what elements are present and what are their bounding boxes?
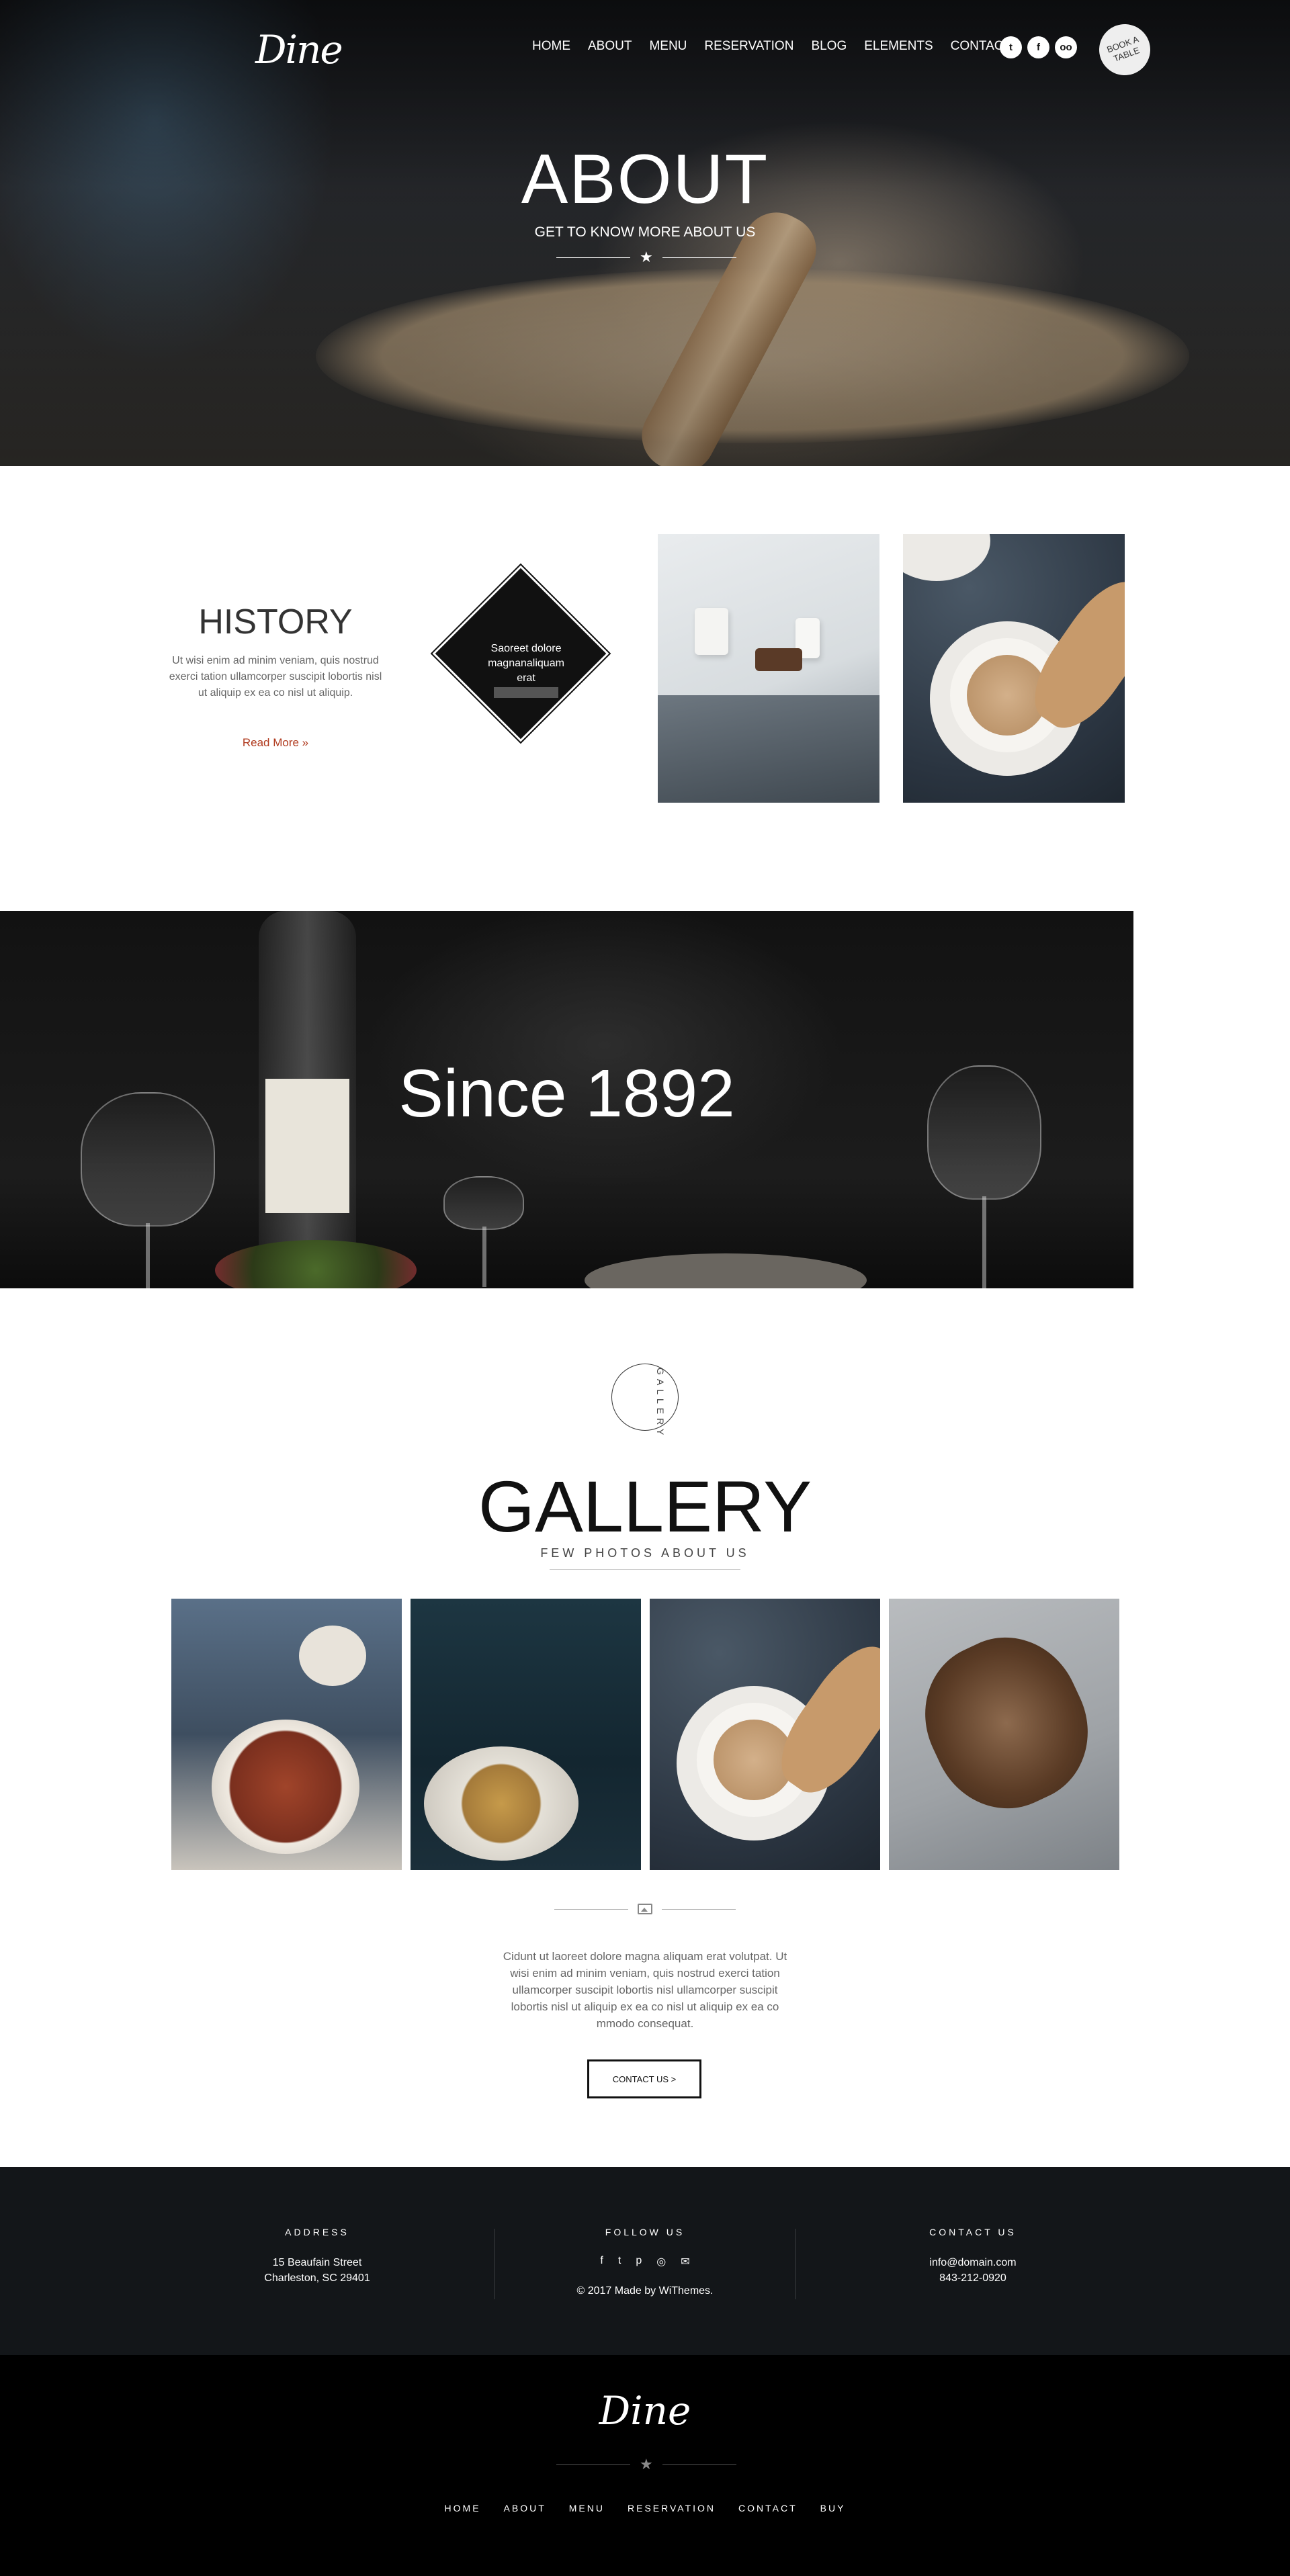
gallery-title: GALLERY [478,1466,812,1547]
contact-us-button[interactable]: CONTACT US > [587,2059,701,2098]
instagram-icon[interactable]: ◎ [656,2255,666,2268]
facebook-icon[interactable]: f [600,2255,603,2268]
history-text: Ut wisi enim ad minim veniam, quis nostr… [169,655,382,699]
footer-follow: FOLLOW US f t p ◎ ✉ © 2017 Made by WiThe… [576,2227,714,2297]
gallery-photo-pasta[interactable] [171,1599,402,1870]
nav-home[interactable]: HOME [532,39,570,54]
history-title: HISTORY [198,603,353,641]
gallery-subtitle: FEW PHOTOS ABOUT US [540,1546,750,1560]
gallery-text: Cidunt ut laoreet dolore magna aliquam e… [503,1950,787,2030]
nav-menu[interactable]: MENU [649,39,687,54]
image-icon [638,1904,652,1914]
footer-nav-menu[interactable]: MENU [569,2503,605,2514]
site-logo[interactable]: Dine [255,27,343,74]
nav-reservation[interactable]: RESERVATION [704,39,793,54]
gallery-badge [611,1364,679,1431]
gallery-photo-dish[interactable] [411,1599,641,1870]
nav-blog[interactable]: BLOG [811,39,847,54]
facebook-icon[interactable]: f [1027,36,1049,58]
hero-divider: ★ [556,249,736,266]
footer-nav-about[interactable]: ABOUT [504,2503,546,2514]
footer-logo[interactable]: Dine [0,2388,1290,2434]
footer-nav-contact[interactable]: CONTACT [738,2503,798,2514]
gallery-badge-text: GALLERY [655,1368,666,1439]
page-title: ABOUT [521,140,769,218]
footer-nav-home[interactable]: HOME [445,2503,481,2514]
tripadvisor-icon[interactable]: oo [1055,36,1077,58]
footer-nav-reservation[interactable]: RESERVATION [628,2503,716,2514]
read-more-link[interactable]: Read More » [168,736,383,750]
gallery-divider [554,1904,736,1914]
footer-address: ADDRESS 15 Beaufain Street Charleston, S… [264,2227,370,2284]
coffee-photo [903,534,1125,803]
gallery-photo-bread[interactable] [889,1599,1119,1870]
footer-nav-buy[interactable]: BUY [820,2503,846,2514]
pinterest-icon[interactable]: p [636,2255,642,2268]
header-social: t f oo [1000,36,1077,58]
cups-photo [658,534,879,803]
email-icon[interactable]: ✉ [681,2255,689,2268]
main-nav: HOME ABOUT MENU RESERVATION BLOG ELEMENT… [532,39,1029,54]
star-icon: ★ [640,2456,653,2473]
footer-contact: CONTACT US info@domain.com 843-212-0920 [929,2227,1017,2284]
twitter-icon[interactable]: t [618,2255,621,2268]
star-icon: ★ [640,249,653,265]
nav-about[interactable]: ABOUT [588,39,632,54]
diamond-text: Saoreet dolore magnanaliquam erat [464,641,589,703]
nav-elements[interactable]: ELEMENTS [864,39,933,54]
page-subtitle: GET TO KNOW MORE ABOUT US [534,224,756,240]
footer-divider: ★ [556,2456,736,2473]
footer-nav: HOME ABOUT MENU RESERVATION CONTACT BUY [0,2503,1290,2514]
since-title: Since 1892 [398,1056,735,1131]
twitter-icon[interactable]: t [1000,36,1022,58]
gallery-photo-coffee[interactable] [650,1599,880,1870]
